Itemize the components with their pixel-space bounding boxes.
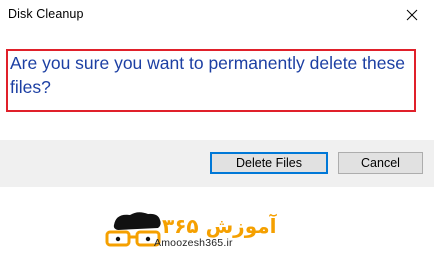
title-bar[interactable]: Disk Cleanup [0, 0, 434, 32]
confirmation-message: Are you sure you want to permanently del… [10, 53, 405, 97]
logo-text: Amoozesh365.ir [154, 237, 233, 249]
close-icon [406, 9, 418, 21]
disk-cleanup-dialog: Disk Cleanup Are you sure you want to pe… [0, 0, 434, 257]
logo-script: آموزش ۳۶۵ [162, 213, 278, 238]
close-button[interactable] [390, 0, 434, 30]
delete-files-button[interactable]: Delete Files [210, 152, 328, 174]
button-bar: Delete Files Cancel [0, 140, 434, 187]
cancel-button[interactable]: Cancel [338, 152, 423, 174]
window-title: Disk Cleanup [8, 7, 84, 21]
dialog-content: Are you sure you want to permanently del… [0, 32, 434, 140]
watermark: آموزش ۳۶۵ Amoozesh365.ir [0, 187, 434, 257]
